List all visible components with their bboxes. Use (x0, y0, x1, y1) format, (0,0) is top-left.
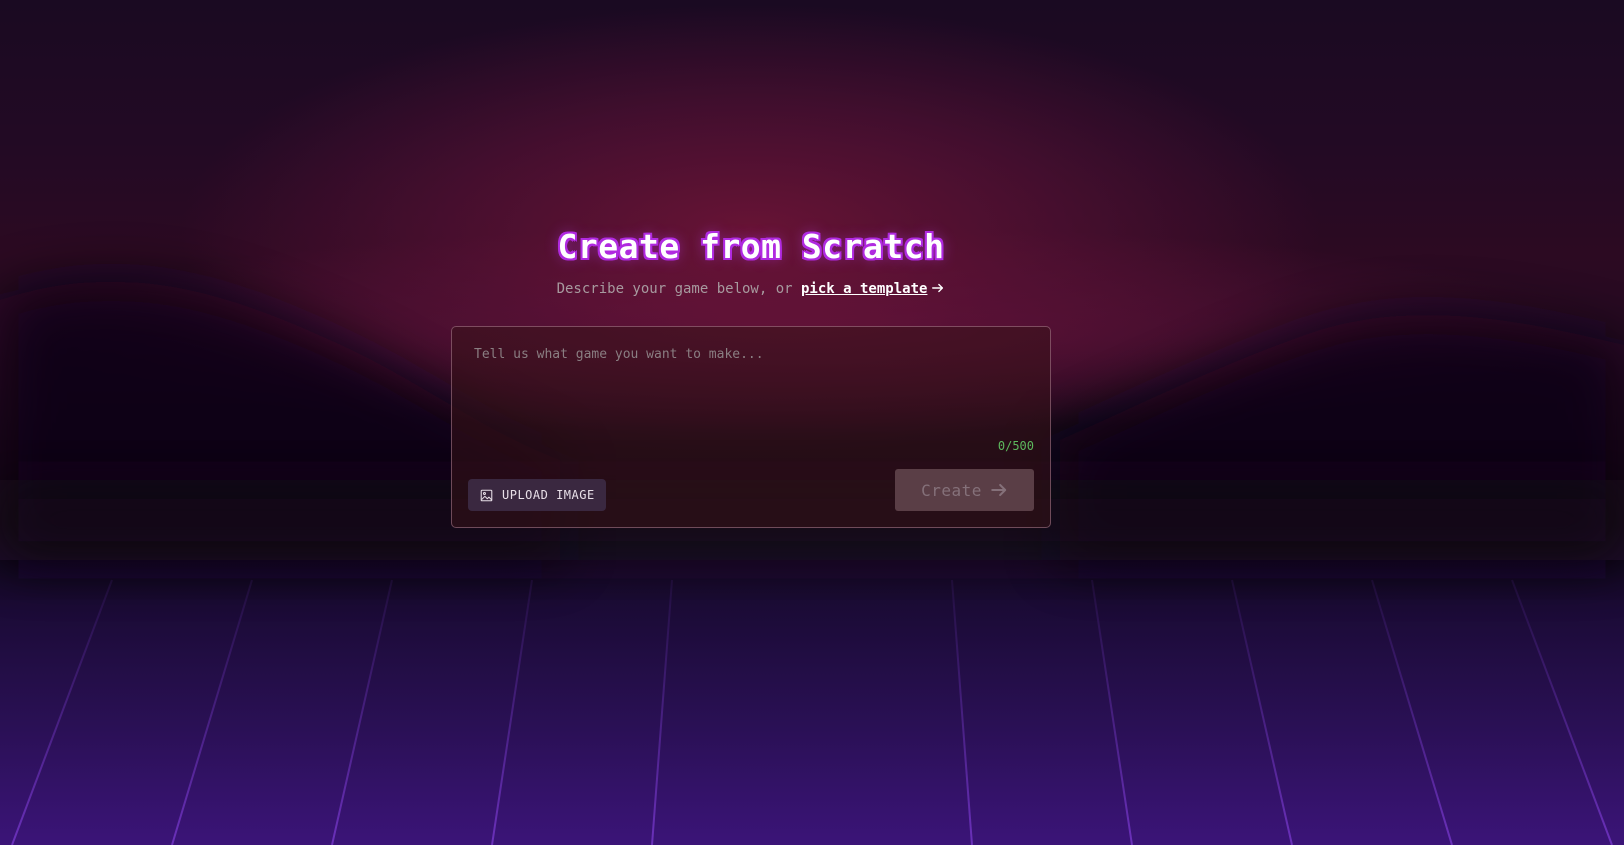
create-label: Create (921, 480, 982, 500)
grid-floor-decoration (0, 579, 1624, 845)
prompt-card: 0/500 UPLOAD IMAGE Create (451, 326, 1051, 528)
hero-section: Create from Scratch Describe your game b… (451, 224, 1051, 300)
subtitle-text: Describe your game below, or (556, 281, 801, 297)
char-counter: 0/500 (997, 439, 1034, 453)
arrow-right-icon[interactable] (931, 281, 945, 295)
image-icon (480, 489, 493, 501)
page-title: Create from Scratch (557, 227, 945, 266)
arrow-right-icon (991, 483, 1007, 497)
pick-template-link[interactable]: pick a template (801, 281, 927, 297)
page-background: Create from Scratch Describe your game b… (0, 0, 1624, 845)
game-prompt-input[interactable] (474, 347, 1026, 427)
upload-image-button[interactable]: UPLOAD IMAGE (468, 479, 606, 511)
create-button[interactable]: Create (895, 469, 1034, 511)
subtitle: Describe your game below, or pick a temp… (451, 278, 1051, 300)
upload-image-label: UPLOAD IMAGE (502, 488, 595, 502)
pick-template-label: pick a template (801, 281, 928, 297)
